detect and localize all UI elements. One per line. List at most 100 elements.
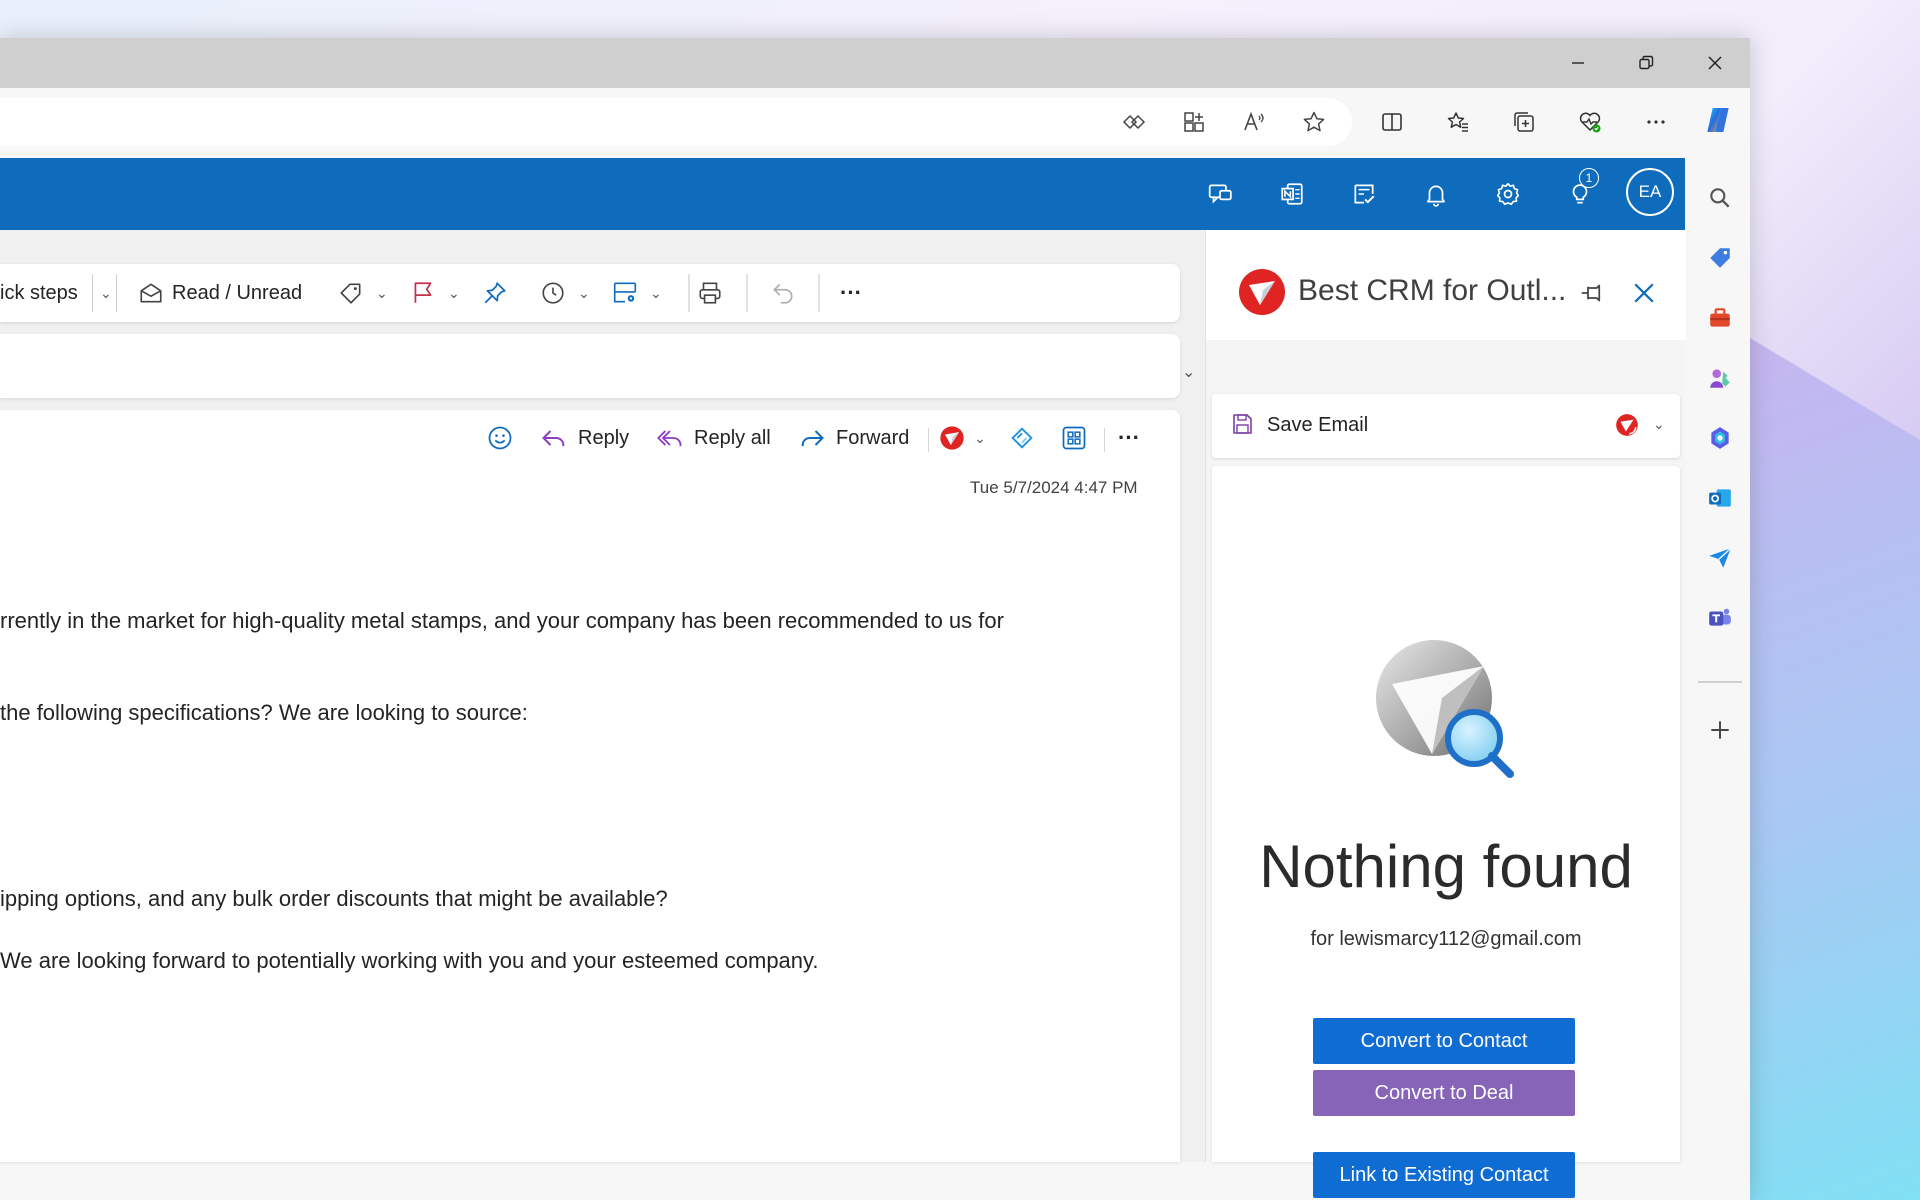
searched-email-text: for lewismarcy112@gmail.com — [1310, 928, 1582, 950]
collections-icon[interactable] — [1504, 102, 1544, 142]
shopping-tag-icon[interactable] — [1700, 238, 1740, 278]
no-results-illustration — [1376, 640, 1514, 778]
crm-results-panel: Nothing found for lewismarcy112@gmail.co… — [1212, 466, 1680, 1198]
tools-icon[interactable] — [1700, 298, 1740, 338]
more-icon[interactable]: ··· — [840, 264, 862, 322]
body-text-line: rrently in the market for high-quality m… — [0, 608, 1004, 633]
close-icon[interactable] — [1629, 278, 1659, 308]
chevron-down-icon[interactable]: ⌄ — [1653, 416, 1665, 433]
forward-button[interactable]: Forward — [798, 418, 909, 458]
ribbon-toolbar: ick steps ⌄ Read / Unread ⌄ ⌄ ⌄ ⌄ ··· — [0, 264, 1180, 322]
meet-now-icon[interactable] — [1200, 174, 1240, 214]
settings-icon[interactable] — [1488, 174, 1528, 214]
ribbon-divider — [688, 274, 690, 312]
apps-grid-icon — [1062, 426, 1086, 450]
more-icon[interactable] — [1636, 102, 1676, 142]
todo-icon[interactable] — [1344, 174, 1384, 214]
body-text-line: the following specifications? We are loo… — [0, 700, 528, 725]
chevron-down-icon: ⌄ — [650, 284, 662, 301]
ribbon-divider — [746, 274, 748, 312]
search-icon[interactable] — [1700, 178, 1740, 218]
envelope-open-icon — [140, 283, 162, 303]
convert-to-deal-button[interactable]: Convert to Deal — [1313, 1070, 1575, 1116]
body-text-line: ipping options, and any bulk order disco… — [0, 886, 668, 911]
copilot-icon[interactable] — [1698, 100, 1738, 140]
more-icon[interactable]: ··· — [1118, 418, 1140, 458]
rules-button[interactable]: ⌄ — [612, 264, 662, 322]
crm-addin-pane: Best CRM for Outl... Save Email ⌄ Nothin… — [1205, 230, 1686, 1198]
nothing-found-heading: Nothing found — [1259, 833, 1633, 900]
crm-logo-icon — [940, 426, 964, 450]
favorite-star-icon[interactable] — [1294, 102, 1334, 142]
chevron-down-icon: ⌄ — [578, 284, 590, 301]
onenote-icon[interactable] — [1272, 174, 1312, 214]
apps-button[interactable] — [1060, 418, 1088, 458]
crm-pane-header: Best CRM for Outl... — [1206, 230, 1686, 340]
teams-icon[interactable] — [1700, 598, 1740, 638]
undo-icon — [773, 283, 793, 304]
browser-essentials-icon[interactable] — [1570, 102, 1610, 142]
message-subject-bar — [0, 334, 1180, 398]
rules-icon — [613, 282, 637, 303]
chevron-down-icon: ⌄ — [100, 284, 112, 301]
send-icon[interactable] — [1700, 538, 1740, 578]
read-unread-button[interactable]: Read / Unread — [138, 264, 302, 322]
forward-label: Forward — [836, 426, 910, 449]
read-unread-label: Read / Unread — [172, 281, 303, 304]
title-bar — [0, 38, 1750, 88]
tips-badge: 1 — [1579, 168, 1599, 188]
save-icon — [1233, 414, 1252, 434]
ribbon-more-label: ··· — [840, 280, 862, 305]
outlook-icon[interactable] — [1700, 478, 1740, 518]
flag-button[interactable]: ⌄ — [410, 264, 460, 322]
ribbon-divider — [92, 274, 93, 312]
add-icon[interactable] — [1700, 710, 1740, 750]
crm-addin-button[interactable]: ⌄ — [938, 418, 986, 458]
link-to-existing-contact-button[interactable]: Link to Existing Contact — [1313, 1152, 1575, 1198]
app-available-icon[interactable] — [1174, 102, 1214, 142]
reply-all-label: Reply all — [694, 426, 771, 449]
addin-tag-button[interactable] — [1008, 418, 1036, 458]
emoji-icon — [488, 426, 512, 450]
quick-steps-button[interactable]: ick steps — [0, 264, 78, 322]
pin-button[interactable] — [482, 264, 508, 322]
print-button[interactable] — [697, 264, 723, 322]
save-email-label: Save Email — [1267, 414, 1369, 436]
games-icon[interactable] — [1700, 358, 1740, 398]
bell-icon[interactable] — [1416, 174, 1456, 214]
address-bar[interactable] — [0, 98, 1352, 146]
favorites-icon[interactable] — [1438, 102, 1478, 142]
edge-sidebar — [1690, 164, 1750, 1200]
pin-icon — [484, 282, 506, 304]
chevron-down-icon: ⌄ — [448, 284, 460, 301]
addin-tag-icon — [1011, 427, 1033, 449]
reader-mode-icon[interactable] — [1114, 102, 1154, 142]
forward-icon — [801, 430, 824, 447]
categorize-button[interactable]: ⌄ — [338, 264, 388, 322]
avatar[interactable]: EA — [1626, 168, 1674, 216]
close-icon[interactable] — [1681, 38, 1749, 88]
chevron-down-icon: ⌄ — [376, 284, 388, 301]
pin-icon[interactable] — [1578, 278, 1608, 308]
snooze-icon — [542, 282, 564, 304]
chevron-down-icon[interactable]: ⌄ — [1182, 362, 1195, 382]
quick-steps-dropdown[interactable]: ⌄ — [96, 264, 116, 322]
reply-button[interactable]: Reply — [540, 418, 629, 458]
restore-icon[interactable] — [1612, 38, 1680, 88]
crm-sync-icon[interactable] — [1614, 412, 1640, 438]
save-email-bar[interactable]: Save Email ⌄ — [1212, 394, 1680, 458]
print-icon — [699, 282, 721, 304]
snooze-button[interactable]: ⌄ — [540, 264, 590, 322]
ribbon-divider — [818, 274, 820, 312]
read-aloud-icon[interactable] — [1234, 102, 1274, 142]
undo-button[interactable] — [770, 264, 796, 322]
split-screen-icon[interactable] — [1372, 102, 1412, 142]
ribbon-divider — [116, 274, 117, 312]
microsoft-365-icon[interactable] — [1700, 418, 1740, 458]
convert-to-contact-button[interactable]: Convert to Contact — [1313, 1018, 1575, 1064]
browser-toolbar — [0, 88, 1750, 164]
reactions-button[interactable] — [486, 418, 514, 458]
crm-pane-title: Best CRM for Outl... — [1298, 274, 1567, 307]
minimize-icon[interactable] — [1544, 38, 1612, 88]
reply-all-button[interactable]: Reply all — [656, 418, 771, 458]
